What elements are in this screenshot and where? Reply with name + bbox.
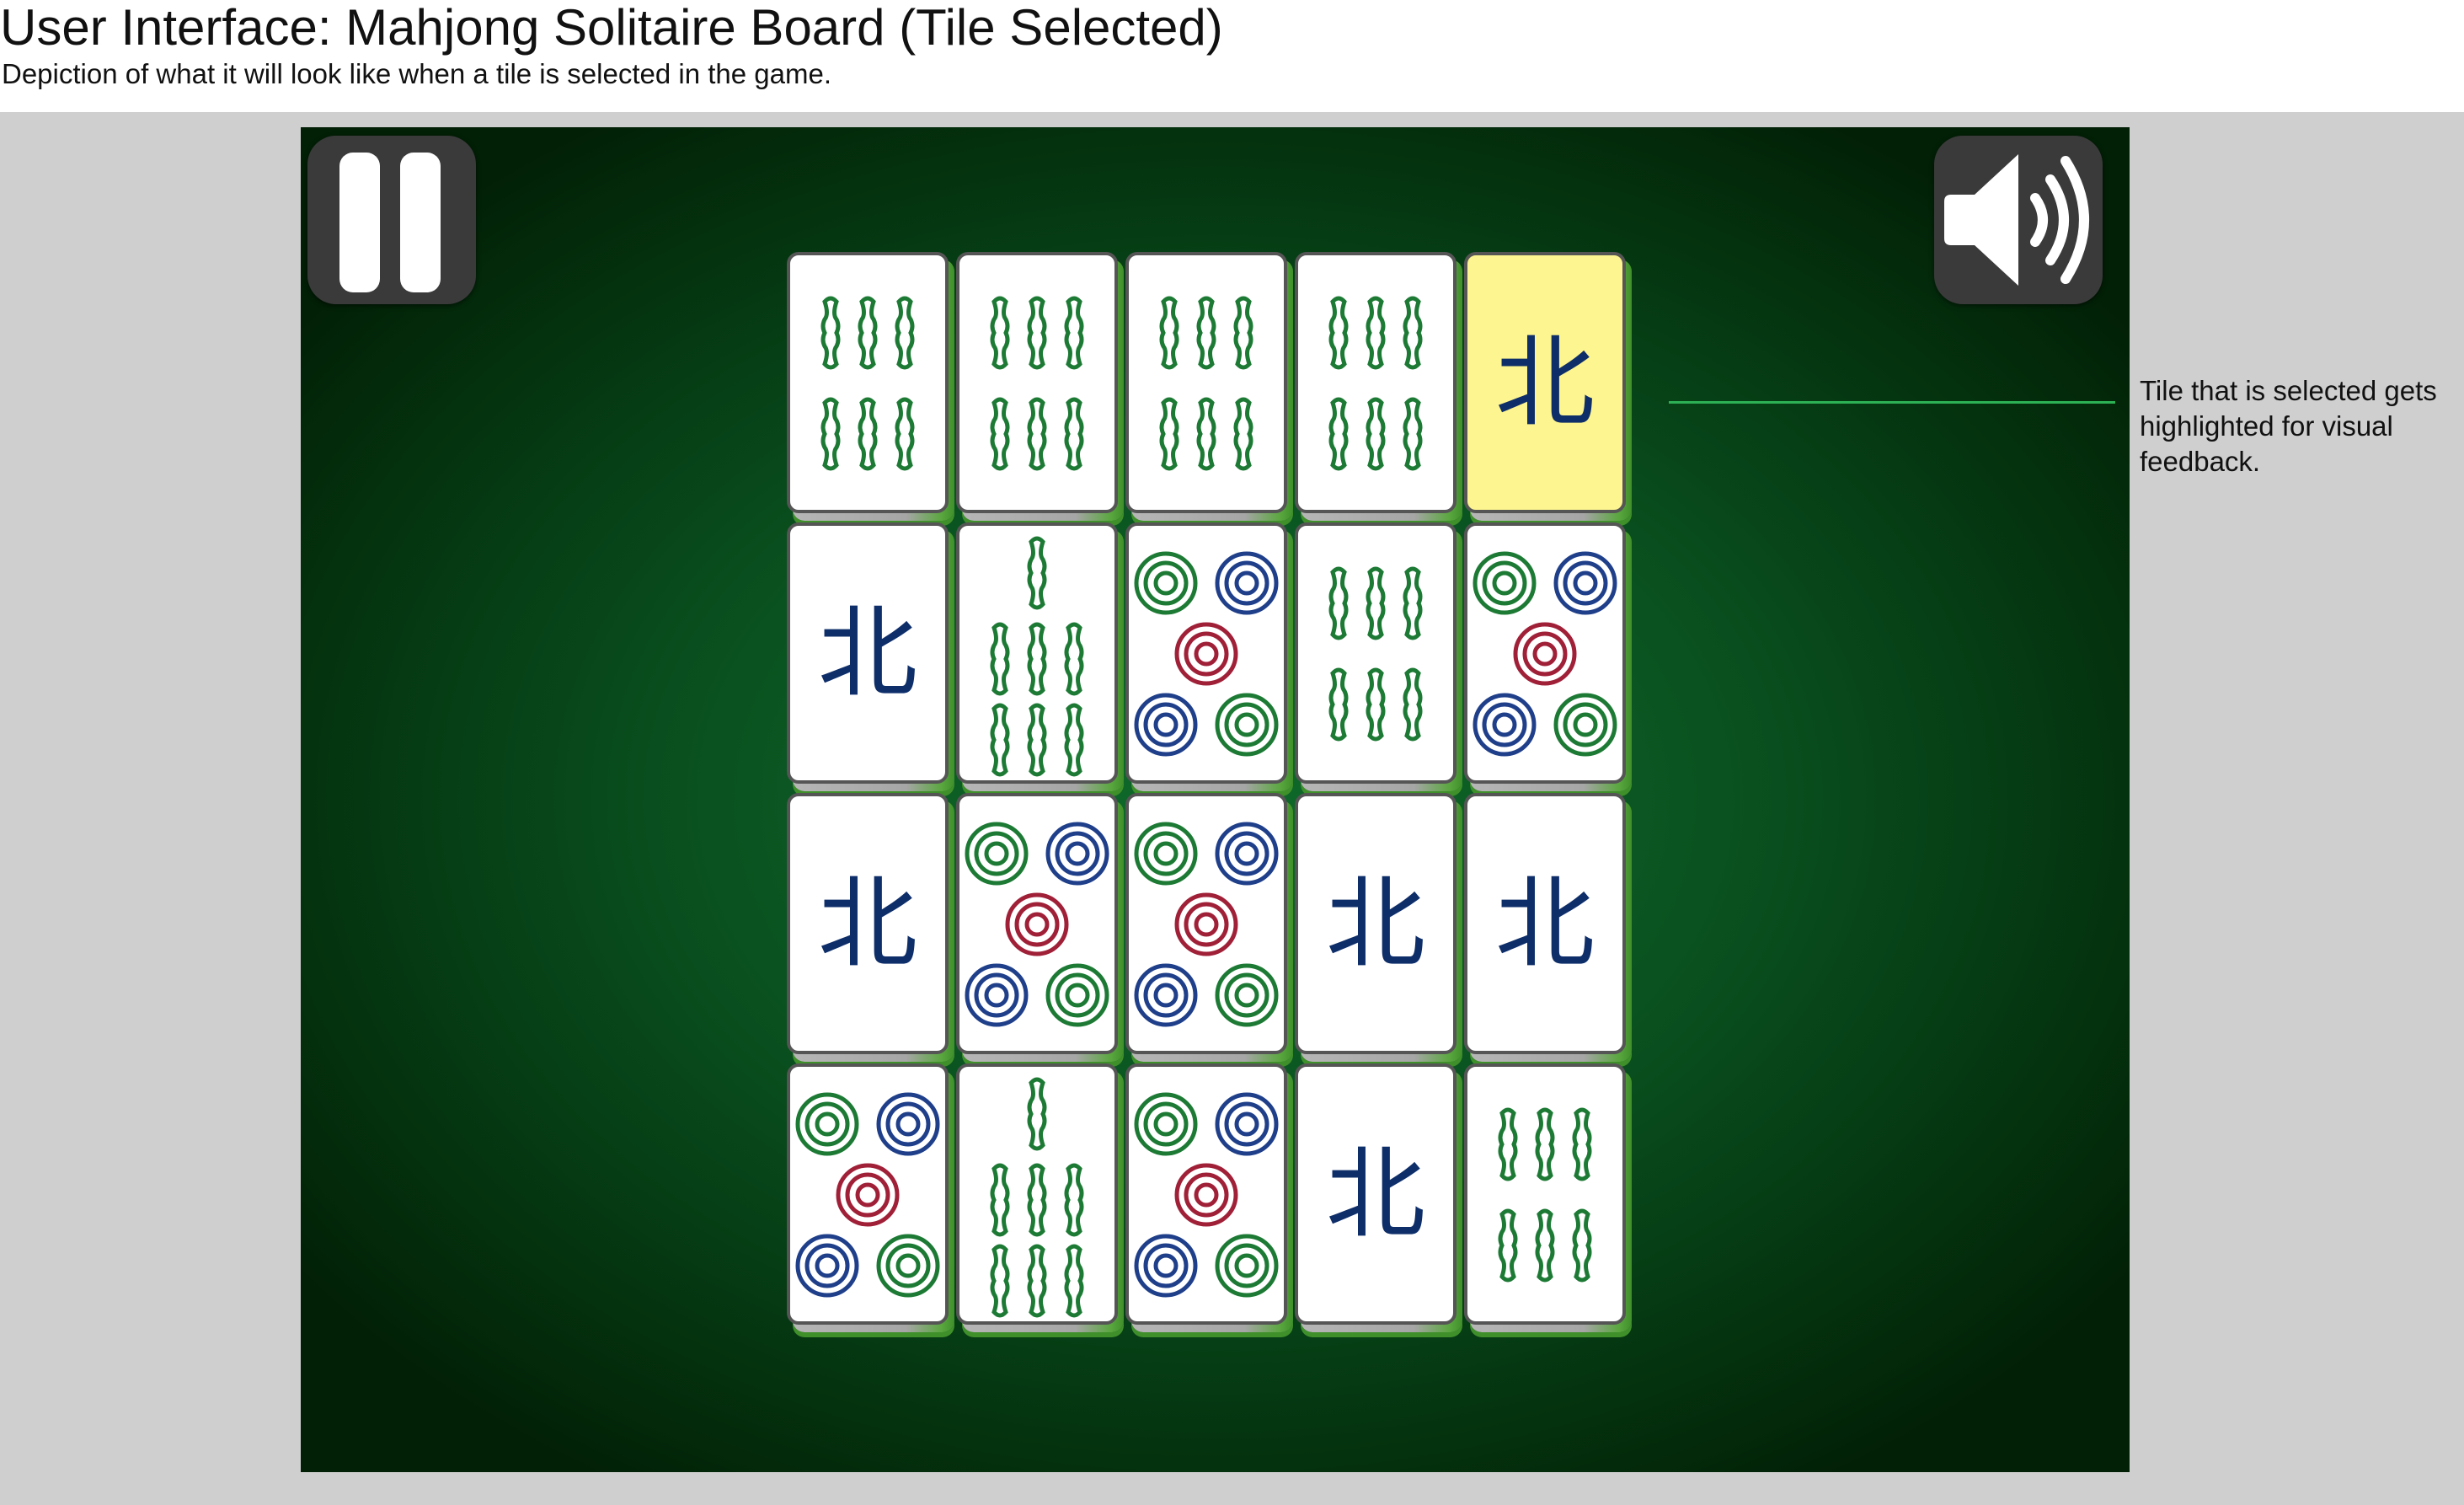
svg-text:北: 北 bbox=[818, 595, 917, 711]
tile-bamboo-6[interactable] bbox=[956, 252, 1124, 521]
circle-5-face bbox=[1125, 793, 1287, 1054]
svg-text:北: 北 bbox=[1495, 865, 1595, 982]
svg-text:北: 北 bbox=[1495, 324, 1595, 441]
tile-circle-5[interactable] bbox=[1125, 522, 1293, 791]
tile-north[interactable]: 北 bbox=[1295, 793, 1462, 1062]
game-screen: 北北 北 北 北 北 bbox=[301, 127, 2130, 1472]
page: User Interface: Mahjong Solitaire Board … bbox=[0, 0, 2464, 1505]
tile-north[interactable]: 北 bbox=[787, 522, 954, 791]
circle-5-face bbox=[1125, 522, 1287, 784]
tile-bamboo-6[interactable] bbox=[1464, 1063, 1632, 1332]
tile-bamboo-7[interactable] bbox=[956, 1063, 1124, 1332]
north-face: 北 bbox=[1464, 252, 1626, 513]
north-face: 北 bbox=[1464, 793, 1626, 1054]
tile-circle-5[interactable] bbox=[956, 793, 1124, 1062]
svg-text:北: 北 bbox=[818, 865, 917, 982]
tile-north[interactable]: 北 bbox=[1295, 1063, 1462, 1332]
tile-bamboo-6[interactable] bbox=[787, 252, 954, 521]
north-face: 北 bbox=[787, 522, 949, 784]
bamboo-7-face bbox=[956, 1063, 1118, 1325]
tile-north[interactable]: 北 bbox=[787, 793, 954, 1062]
svg-text:北: 北 bbox=[1326, 865, 1425, 982]
page-subtitle: Depiction of what it will look like when… bbox=[2, 58, 831, 89]
tile-circle-5[interactable] bbox=[1464, 522, 1632, 791]
selected-tile-north[interactable]: 北 bbox=[1464, 252, 1632, 521]
tile-bamboo-6[interactable] bbox=[1295, 522, 1462, 791]
pause-icon bbox=[339, 153, 441, 292]
bamboo-7-face bbox=[956, 522, 1118, 784]
callout-annotation: Tile that is selected gets highlighted f… bbox=[2140, 375, 2437, 477]
page-title: User Interface: Mahjong Solitaire Board … bbox=[0, 0, 1223, 56]
bamboo-6-face bbox=[1464, 1063, 1626, 1325]
circle-5-face bbox=[1464, 522, 1626, 784]
svg-text:北: 北 bbox=[1326, 1136, 1425, 1252]
tile-bamboo-7[interactable] bbox=[956, 522, 1124, 791]
tile-bamboo-6[interactable] bbox=[1125, 252, 1293, 521]
circle-5-face bbox=[787, 1063, 949, 1325]
pause-button[interactable] bbox=[307, 136, 476, 304]
bamboo-6-face bbox=[1295, 252, 1456, 513]
bamboo-6-face bbox=[787, 252, 949, 513]
circle-5-face bbox=[1125, 1063, 1287, 1325]
circle-5-face bbox=[956, 793, 1118, 1054]
tile-circle-5[interactable] bbox=[787, 1063, 954, 1332]
callout-connector-line bbox=[1669, 401, 2115, 404]
bamboo-6-face bbox=[956, 252, 1118, 513]
north-face: 北 bbox=[1295, 1063, 1456, 1325]
tile-north[interactable]: 北 bbox=[1464, 793, 1632, 1062]
tile-bamboo-6[interactable] bbox=[1295, 252, 1462, 521]
north-face: 北 bbox=[1295, 793, 1456, 1054]
sound-button[interactable] bbox=[1934, 136, 2103, 304]
tile-circle-5[interactable] bbox=[1125, 793, 1293, 1062]
mahjong-board: 北北 北 北 北 北 bbox=[787, 252, 1632, 1356]
north-face: 北 bbox=[787, 793, 949, 1054]
speaker-volume-icon bbox=[1944, 154, 2089, 286]
tile-circle-5[interactable] bbox=[1125, 1063, 1293, 1332]
bamboo-6-face bbox=[1125, 252, 1287, 513]
bamboo-6-face bbox=[1295, 522, 1456, 784]
